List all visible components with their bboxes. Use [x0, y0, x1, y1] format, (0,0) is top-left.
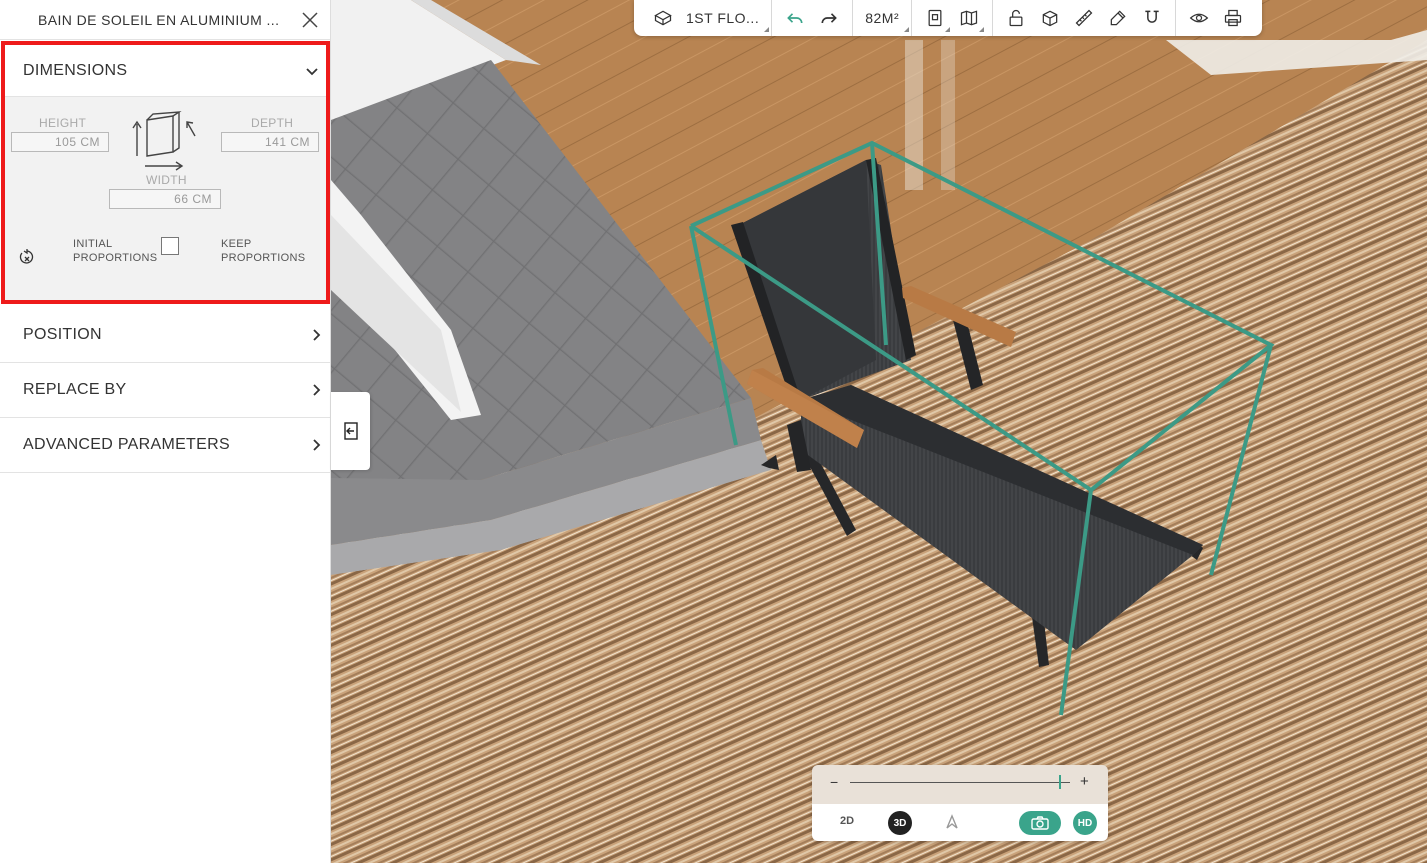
document-icon	[928, 9, 942, 27]
keep-proportions-label: KEEP PROPORTIONS	[221, 238, 306, 264]
advanced-parameters-section[interactable]: ADVANCED PARAMETERS	[0, 418, 330, 473]
printer-icon	[1225, 9, 1242, 27]
width-input[interactable]: 66 CM	[109, 189, 221, 209]
height-label: HEIGHT	[39, 116, 87, 130]
box-dimensions-icon	[132, 111, 196, 171]
history-group	[772, 0, 854, 36]
reset-proportions-icon[interactable]	[19, 248, 35, 266]
collapse-left-icon	[343, 422, 358, 440]
view-control-panel: − + 2D 3D HD	[812, 765, 1108, 841]
paint-button[interactable]	[1101, 0, 1135, 36]
collapse-panel-button[interactable]	[331, 392, 370, 470]
3d-scene[interactable]	[331, 0, 1427, 863]
chevron-right-icon	[313, 329, 321, 341]
magnet-icon	[1145, 10, 1159, 23]
eye-icon	[1189, 13, 1209, 23]
3d-viewport[interactable]	[331, 0, 1427, 863]
undo-icon	[787, 13, 803, 24]
dimensions-section: DIMENSIONS HEIGHT 105 CM DEPTH 141 CM WI…	[1, 41, 330, 304]
chevron-right-icon	[313, 384, 321, 396]
panel-header: BAIN DE SOLEIL EN ALUMINIUM ...	[0, 0, 330, 40]
zoom-row: − +	[812, 765, 1108, 804]
unlock-icon	[1009, 9, 1023, 27]
height-input[interactable]: 105 CM	[11, 132, 109, 152]
zoom-slider-track[interactable]	[850, 782, 1070, 783]
map-button[interactable]	[952, 0, 986, 36]
visibility-button[interactable]	[1182, 0, 1216, 36]
document-button[interactable]	[918, 0, 952, 36]
documents-group	[912, 0, 994, 36]
area-group: 82M²	[853, 0, 913, 36]
floor-group: 1ST FLO...	[640, 0, 773, 36]
cube-icon	[1042, 10, 1058, 27]
panel-title: BAIN DE SOLEIL EN ALUMINIUM ...	[38, 11, 280, 28]
chevron-right-icon	[313, 439, 321, 451]
advanced-parameters-label: ADVANCED PARAMETERS	[23, 436, 230, 453]
width-label: WIDTH	[146, 173, 187, 187]
dimensions-label: DIMENSIONS	[23, 61, 128, 79]
depth-input[interactable]: 141 CM	[221, 132, 319, 152]
replace-by-section[interactable]: REPLACE BY	[0, 363, 330, 418]
mode-3d-button[interactable]: 3D	[888, 811, 912, 835]
magnet-button[interactable]	[1135, 0, 1169, 36]
mode-2d-button[interactable]: 2D	[840, 815, 854, 827]
eyedropper-icon	[1110, 10, 1126, 26]
position-section[interactable]: POSITION	[0, 308, 330, 363]
redo-button[interactable]	[812, 0, 846, 36]
camera-icon	[1031, 816, 1049, 830]
top-toolbar: 1ST FLO... 82M²	[634, 0, 1263, 36]
dimensions-header[interactable]: DIMENSIONS	[5, 45, 326, 97]
zoom-in-button[interactable]: +	[1080, 773, 1089, 790]
floor-selector[interactable]: 1ST FLO...	[680, 10, 765, 26]
replace-by-label: REPLACE BY	[23, 381, 127, 398]
print-button[interactable]	[1216, 0, 1250, 36]
mode-row: 2D 3D HD	[812, 804, 1108, 841]
dropdown-indicator	[904, 27, 910, 32]
close-button[interactable]	[300, 10, 320, 30]
redo-icon	[821, 13, 838, 24]
properties-panel: BAIN DE SOLEIL EN ALUMINIUM ... DIMENSIO…	[0, 0, 331, 863]
output-group	[1176, 0, 1256, 36]
close-icon	[302, 11, 318, 28]
dropdown-indicator	[764, 27, 770, 32]
undo-button[interactable]	[778, 0, 812, 36]
position-label: POSITION	[23, 326, 102, 343]
depth-label: DEPTH	[251, 116, 294, 130]
tools-group	[993, 0, 1177, 36]
zoom-slider-thumb[interactable]	[1059, 775, 1061, 789]
snapshot-button[interactable]	[1019, 811, 1061, 835]
initial-proportions-label: INITIAL PROPORTIONS	[73, 238, 158, 264]
zoom-out-button[interactable]: −	[830, 774, 838, 790]
keep-proportions-checkbox[interactable]	[161, 237, 179, 255]
hd-render-button[interactable]: HD	[1073, 811, 1097, 835]
measure-button[interactable]	[1067, 0, 1101, 36]
map-icon	[961, 10, 978, 26]
cube-view-button[interactable]	[1033, 0, 1067, 36]
ruler-icon	[1075, 9, 1093, 27]
floor-plan-icon[interactable]	[646, 0, 680, 36]
area-indicator[interactable]: 82M²	[859, 10, 905, 26]
lock-button[interactable]	[999, 0, 1033, 36]
walk-view-icon[interactable]	[944, 814, 960, 830]
chevron-down-icon	[306, 67, 318, 75]
